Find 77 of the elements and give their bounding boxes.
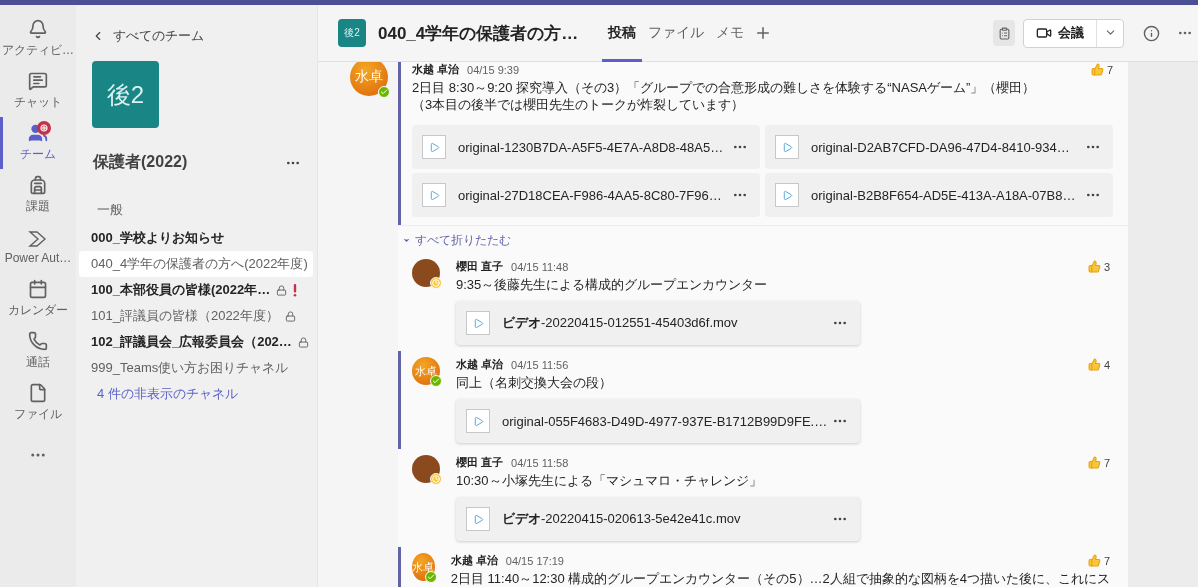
video-attachment[interactable]: ビデオ-20220415-020613-5e42e41c.mov xyxy=(456,497,860,541)
play-icon xyxy=(775,183,799,207)
channel-item[interactable]: 102_評議員会_広報委員会（202… xyxy=(79,329,313,355)
timestamp: 04/15 11:56 xyxy=(511,358,569,371)
back-link[interactable]: すべてのチーム xyxy=(79,23,313,49)
channel-item[interactable]: 101_評議員の皆様（2022年度） xyxy=(79,303,313,329)
timestamp: 04/15 17:19 xyxy=(505,554,564,567)
avatar: 水卓 xyxy=(412,553,435,581)
rail-item[interactable]: 通話 xyxy=(0,325,76,377)
play-icon xyxy=(422,183,446,207)
calendar-icon xyxy=(28,279,48,299)
rail-item[interactable]: カレンダー xyxy=(0,273,76,325)
tab[interactable]: メモ xyxy=(710,4,751,62)
play-icon xyxy=(466,311,490,335)
team-badge: 後2 xyxy=(338,19,366,47)
collapse-all-link[interactable]: すべて折りたたむ xyxy=(398,226,511,253)
message-text: 2日目 11:40～12:30 構成的グループエンカウンター（その5）…2人組で抽象的な図柄を4つ描いた後に、これにス xyxy=(450,570,1110,587)
clipboard-button[interactable] xyxy=(993,20,1015,46)
caret-icon xyxy=(402,236,411,245)
play-icon xyxy=(775,135,799,159)
timestamp: 04/15 11:58 xyxy=(511,456,569,469)
video-attachment[interactable]: ビデオ-20220415-012551-45403d6f.mov xyxy=(456,301,860,345)
team-tile: 後2 xyxy=(92,61,159,128)
tab[interactable]: ファイル xyxy=(642,4,711,62)
bell-icon xyxy=(28,19,48,39)
message-text: 10:30～小塚先生による「マシュマロ・チャレンジ」 xyxy=(456,472,763,489)
phone-icon xyxy=(28,331,48,351)
channel-item[interactable]: 040_4学年の保護者の方へ(2022年度) xyxy=(79,251,313,277)
team-name: 保護者(2022) xyxy=(93,152,188,172)
file-name: original-055F4683-D49D-4977-937E-B1712B99D9FE.… xyxy=(502,413,829,429)
author-name: 水越 卓治 xyxy=(450,553,498,568)
channel-item[interactable]: 999_Teams使い方お困りチャネル xyxy=(79,355,313,381)
author-name: 櫻田 直子 xyxy=(456,455,504,470)
file-name: original-1230B7DA-A5F5-4E7A-A8D8-48A5… xyxy=(458,139,725,155)
video-attachment[interactable]: original-055F4683-D49D-4977-937E-B1712B99D9FE.… xyxy=(456,399,860,443)
info-icon xyxy=(1142,24,1160,42)
message-text: （3本目の後半では櫻田先生のトークが炸裂しています） xyxy=(412,96,746,113)
tab[interactable]: 投稿 xyxy=(602,4,643,62)
rail-item[interactable]: アクティビ… xyxy=(0,13,76,65)
timestamp: 04/15 11:48 xyxy=(511,260,569,273)
timestamp: 04/15 9:39 xyxy=(467,63,520,76)
rail-item[interactable]: 課題 xyxy=(0,169,76,221)
play-icon xyxy=(466,409,490,433)
message-text: 9:35～後藤先生による構成的グループエンカウンター xyxy=(456,276,769,293)
file-name: ビデオ-20220415-020613-5e42e41c.mov xyxy=(502,510,742,528)
chat-icon xyxy=(28,71,48,91)
hidden-channels-link[interactable]: 4 件の非表示のチャネル xyxy=(79,381,313,407)
author-name: 水越 卓治 xyxy=(456,357,504,372)
channel-title: 040_4学年の保護者の方… xyxy=(378,22,579,45)
file-name: ビデオ-20220415-012551-45403d6f.mov xyxy=(502,314,739,332)
backpack-icon xyxy=(28,175,48,195)
rail-item[interactable]: チャット xyxy=(0,65,76,117)
channel-item[interactable]: 100_本部役員の皆様(2022年… xyxy=(79,277,313,303)
avatar: 水卓 xyxy=(350,62,388,96)
play-icon xyxy=(422,135,446,159)
message-text: 2日目 8:30～9:20 探究導入（その3）「グループでの合意形成の難しさを体験する“NASAゲーム”」（櫻田） xyxy=(412,79,1037,96)
video-camera-icon xyxy=(1036,25,1052,41)
mention-badge-icon xyxy=(37,121,51,135)
message-text: 同上（名刺交換大会の段） xyxy=(456,374,613,391)
author-name: 櫻田 直子 xyxy=(456,259,504,274)
video-attachment[interactable]: original-D2AB7CFD-DA96-47D4-8410-934… xyxy=(765,125,1113,169)
file-name: original-B2B8F654-AD5E-413A-A18A-07B8… xyxy=(811,187,1077,203)
rail-item[interactable]: ファイル xyxy=(0,377,76,429)
file-name: original-D2AB7CFD-DA96-47D4-8410-934… xyxy=(811,139,1071,155)
file-name: original-27D18CEA-F986-4AA5-8C80-7F96… xyxy=(458,187,723,203)
channel-name[interactable]: 一般 xyxy=(97,201,313,219)
channel-item[interactable]: 000_学校よりお知らせ xyxy=(79,225,313,251)
avatar: 水卓 xyxy=(412,357,440,385)
clipboard-icon xyxy=(997,26,1011,40)
video-attachment[interactable]: original-B2B8F654-AD5E-413A-A18A-07B8… xyxy=(765,173,1113,217)
rail-item[interactable]: Power Aut… xyxy=(0,221,76,273)
video-attachment[interactable]: original-27D18CEA-F986-4AA5-8C80-7F96… xyxy=(412,173,760,217)
rail-item[interactable]: チーム xyxy=(0,117,76,169)
video-attachment[interactable]: original-1230B7DA-A5F5-4E7A-A8D8-48A5… xyxy=(412,125,760,169)
file-icon xyxy=(28,383,48,403)
play-icon xyxy=(466,507,490,531)
author-name: 水越 卓治 xyxy=(412,62,460,77)
